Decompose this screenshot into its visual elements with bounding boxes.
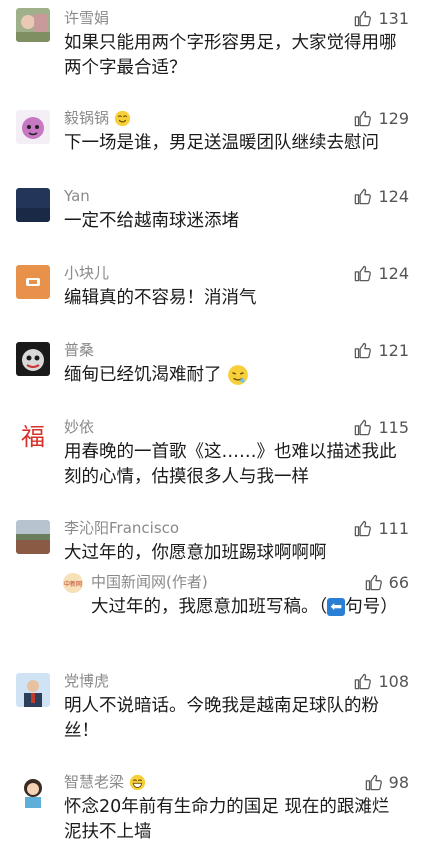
like-button[interactable]: 121 — [353, 341, 409, 360]
comment-text: 怀念20年前有生命力的国足 现在的跟滩烂泥扶不上墙 — [64, 797, 390, 842]
avatar[interactable] — [16, 8, 50, 42]
thumbs-up-icon — [365, 574, 382, 591]
reply-text-body: 大过年的，我愿意加班写稿。（ — [91, 597, 328, 617]
commenter-name[interactable]: 毅锅锅 — [64, 109, 131, 127]
commenter-name[interactable]: 李沁阳Francisco — [64, 519, 179, 537]
like-button[interactable]: 115 — [353, 418, 409, 437]
like-button[interactable]: 131 — [353, 9, 409, 28]
reply-avatar-label: 中新网 — [64, 580, 82, 588]
thumbs-up-icon — [355, 673, 372, 690]
comment-text: 编辑真的不容易！消消气 — [64, 288, 257, 308]
avatar[interactable] — [16, 188, 50, 222]
commenter-name[interactable]: 党博虎 — [64, 672, 109, 690]
comment-text: 用春晚的一首歌《这……》也难以描述我此刻的心情，估摸很多人与我一样 — [64, 442, 397, 487]
commenter-name[interactable]: Yan — [64, 187, 90, 205]
comment-item: 李沁阳Francisco 111 大过年的，你愿意加班踢球啊啊啊 中新网 中国新… — [0, 510, 429, 655]
commenter-name[interactable]: 妙依 — [64, 418, 94, 436]
avatar[interactable] — [16, 774, 50, 808]
commenter-name[interactable]: 许雪娟 — [64, 9, 109, 27]
reply-text-tail: 句号） — [345, 597, 398, 617]
comment-text: 明人不说暗话。今晚我是越南足球队的粉丝！ — [64, 696, 379, 741]
comment-item: 党博虎 108 明人不说暗话。今晚我是越南足球队的粉丝！ — [0, 663, 429, 758]
comment-text: 大过年的，你愿意加班踢球啊啊啊 — [64, 543, 327, 563]
comment-text: 一定不给越南球迷添堵 — [64, 211, 239, 231]
like-count: 121 — [378, 340, 409, 360]
comment-item: 智慧老梁 98 怀念20年前有生命力的国足 现在的跟滩烂泥扶不上墙 — [0, 764, 429, 848]
comment-item: Yan 124 一定不给越南球迷添堵 — [0, 178, 429, 248]
commenter-name[interactable]: 普桑 — [64, 341, 94, 359]
avatar[interactable] — [16, 520, 50, 554]
like-count: 111 — [378, 518, 409, 538]
avatar[interactable]: 福 — [16, 419, 50, 453]
comment-text: 如果只能用两个字形容男足，大家觉得用哪两个字最合适？ — [64, 33, 397, 78]
comment-item: 许雪娟 131 如果只能用两个字形容男足，大家觉得用哪两个字最合适？ — [0, 0, 429, 90]
like-count: 115 — [378, 417, 409, 437]
comment-text: 缅甸已经饥渴难耐了 — [64, 363, 399, 388]
thumbs-up-icon — [355, 265, 372, 282]
thumbs-up-icon — [355, 188, 372, 205]
like-count: 131 — [378, 8, 409, 28]
comment-text-body: 缅甸已经饥渴难耐了 — [64, 365, 222, 385]
thumbs-up-icon — [355, 110, 372, 127]
comment-item: 福 妙依 115 用春晚的一首歌《这……》也难以描述我此刻的心情，估摸很多人与我… — [0, 409, 429, 504]
avatar-glyph: 福 — [21, 423, 45, 451]
comment-item: 小块儿 124 编辑真的不容易！消消气 — [0, 255, 429, 325]
avatar[interactable] — [16, 110, 50, 144]
smile-emoji-icon — [114, 110, 130, 127]
commenter-name[interactable]: 小块儿 — [64, 264, 109, 282]
thumbs-up-icon — [355, 10, 372, 27]
thumbs-up-icon — [355, 419, 372, 436]
like-button[interactable]: 108 — [353, 672, 409, 691]
like-count: 108 — [378, 671, 409, 691]
commenter-name-text: 毅锅锅 — [64, 109, 110, 127]
avatar[interactable] — [16, 342, 50, 376]
thumbs-up-icon — [355, 520, 372, 537]
avatar[interactable] — [16, 265, 50, 299]
grin-emoji-icon — [129, 774, 145, 791]
like-count: 129 — [378, 108, 409, 128]
comment-item: 普桑 121 缅甸已经饥渴难耐了 — [0, 332, 429, 402]
like-count: 98 — [388, 772, 409, 792]
thumbs-up-icon — [365, 774, 382, 791]
reply-text: 大过年的，我愿意加班写稿。（ ⬅ 句号） — [91, 595, 399, 620]
like-count: 124 — [378, 263, 409, 283]
left-arrow-emoji-icon: ⬅ — [327, 598, 346, 616]
avatar[interactable] — [16, 673, 50, 707]
like-count: 124 — [378, 186, 409, 206]
drooling-emoji-icon — [228, 365, 248, 385]
comment-item: 毅锅锅 129 下一场是谁，男足送温暖团队继续去慰问 — [0, 100, 429, 170]
reply-like-button[interactable]: 66 — [364, 573, 409, 592]
like-count: 66 — [388, 572, 409, 592]
like-button[interactable]: 98 — [364, 773, 409, 792]
thumbs-up-icon — [355, 342, 372, 359]
like-button[interactable]: 124 — [353, 187, 409, 206]
comment-text: 下一场是谁，男足送温暖团队继续去慰问 — [64, 133, 379, 153]
like-button[interactable]: 111 — [353, 519, 409, 538]
reply-author-name[interactable]: 中国新闻网(作者) — [91, 573, 208, 591]
reply-avatar[interactable]: 中新网 — [63, 573, 83, 593]
like-button[interactable]: 129 — [353, 109, 409, 128]
like-button[interactable]: 124 — [353, 264, 409, 283]
commenter-name[interactable]: 智慧老梁 — [64, 773, 146, 791]
commenter-name-text: 智慧老梁 — [64, 773, 125, 791]
